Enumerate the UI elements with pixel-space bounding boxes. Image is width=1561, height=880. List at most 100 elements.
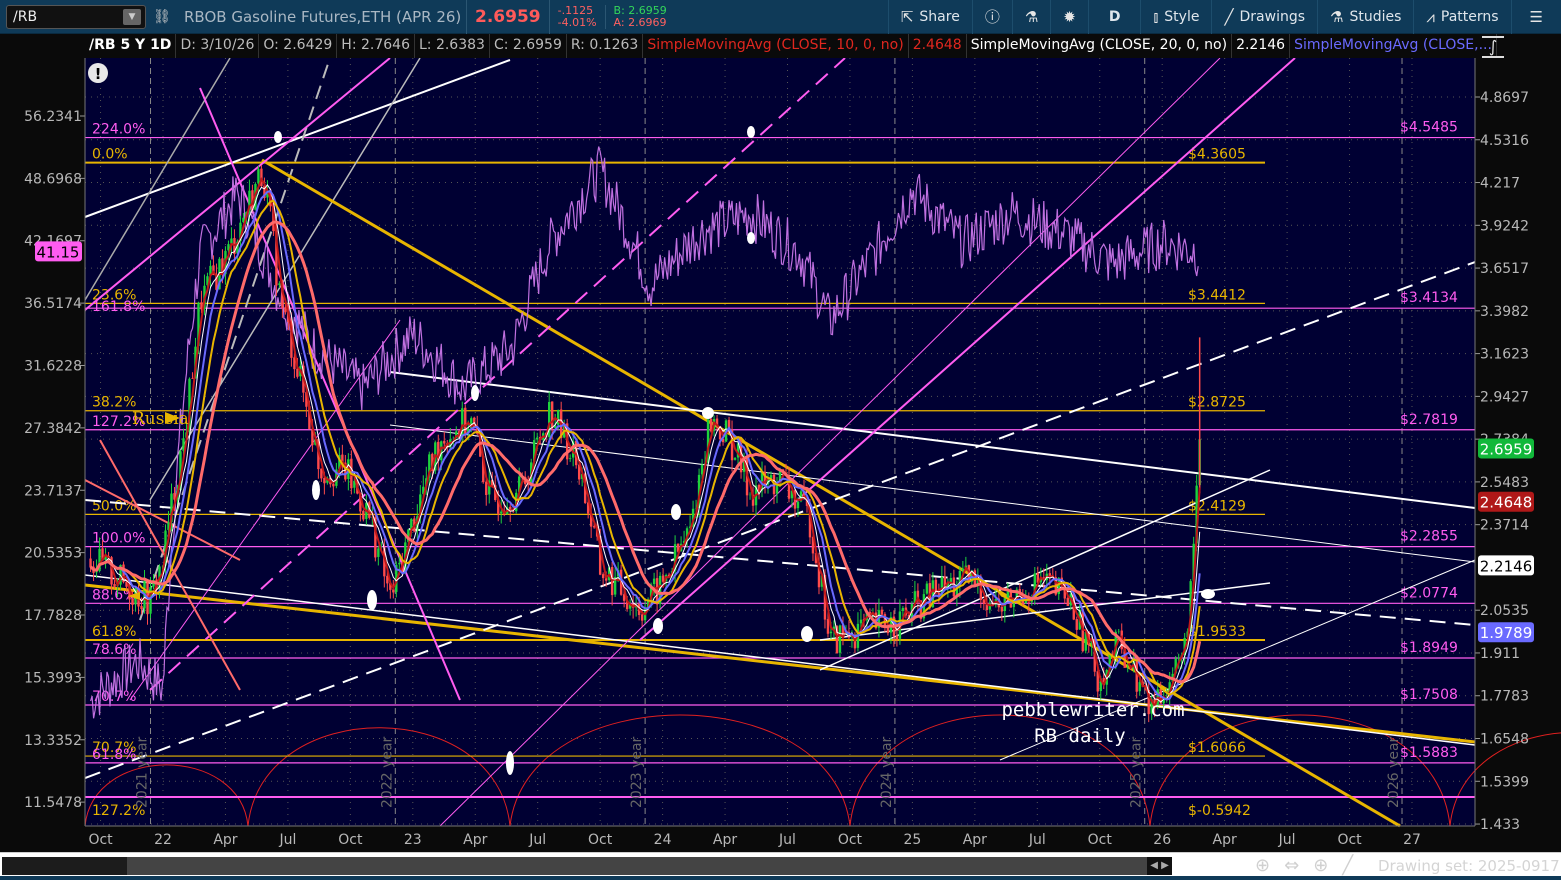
legend-sma20[interactable]: SimpleMovingAvg (CLOSE, 20, 0, no) bbox=[967, 34, 1233, 58]
legend-sma10[interactable]: SimpleMovingAvg (CLOSE, 10, 0, no) bbox=[643, 34, 909, 58]
patterns-icon: ⩘ bbox=[1426, 7, 1435, 26]
net-change: -.1125 -4.01% bbox=[550, 4, 606, 29]
plot-area[interactable] bbox=[85, 58, 1475, 826]
x-tick-label: Oct bbox=[338, 832, 363, 848]
left-axis-label: 48.6968 bbox=[24, 171, 82, 187]
pivot-marker[interactable] bbox=[653, 618, 663, 634]
legend-high: H: 2.7646 bbox=[337, 34, 415, 58]
pivot-marker[interactable] bbox=[702, 407, 714, 419]
pivot-marker[interactable] bbox=[274, 131, 282, 143]
fib-percent-label: 224.0% bbox=[92, 122, 145, 138]
left-axis-label: 56.2341 bbox=[24, 109, 82, 125]
x-tick-label: 22 bbox=[154, 832, 172, 848]
legend-low: L: 2.6383 bbox=[415, 34, 490, 58]
left-axis-label: 20.5353 bbox=[24, 546, 82, 562]
pivot-marker[interactable] bbox=[747, 126, 755, 138]
fib-price-label: $-0.5942 bbox=[1188, 803, 1251, 819]
year-marker-label: 2026 year bbox=[1386, 736, 1402, 808]
pivot-marker[interactable] bbox=[312, 480, 320, 500]
scroll-arrows-icon[interactable]: ◀ ▶ bbox=[1147, 857, 1172, 875]
fib-price-label: $3.4134 bbox=[1400, 290, 1458, 306]
last-price: 2.6959 bbox=[466, 0, 550, 34]
pivot-marker[interactable] bbox=[1201, 589, 1215, 599]
x-tick-label: Jul bbox=[1278, 832, 1296, 848]
zoom-icon[interactable]: ⊕ bbox=[1255, 855, 1270, 876]
right-axis-label: 2.0535 bbox=[1480, 603, 1529, 619]
crosshair-icon[interactable]: ⊕ bbox=[1313, 855, 1328, 876]
left-axis-label: 13.3352 bbox=[24, 733, 82, 749]
year-marker-label: 2025 year bbox=[1129, 736, 1145, 808]
left-axis-label: 31.6228 bbox=[24, 359, 82, 375]
flask-button[interactable]: ⚗ bbox=[1011, 0, 1050, 34]
fib-price-label: $2.2855 bbox=[1400, 529, 1458, 545]
pivot-marker[interactable] bbox=[671, 504, 681, 520]
info-icon: ⓘ bbox=[984, 8, 1000, 26]
legend-title: /RB 5 Y 1D bbox=[85, 34, 177, 58]
price-chart[interactable]: 0.0% $4.360523.6% $3.441238.2% $2.872550.0%… bbox=[0, 58, 1561, 852]
studies-button[interactable]: ⚗ Studies bbox=[1317, 0, 1413, 34]
legend-sma20-value: 2.2146 bbox=[1232, 34, 1291, 58]
x-tick-label: Apr bbox=[713, 832, 737, 848]
price-badge-value: 2.2146 bbox=[1480, 557, 1533, 575]
pivot-marker[interactable] bbox=[471, 385, 479, 401]
instrument-description: RBOB Gasoline Futures,ETH (APR 26) bbox=[184, 7, 462, 26]
legend-open: O: 2.6429 bbox=[259, 34, 338, 58]
symbol-selector[interactable]: /RB ▼ bbox=[6, 4, 146, 29]
right-axis-label: 4.5316 bbox=[1480, 133, 1529, 149]
x-tick-label: Apr bbox=[963, 832, 987, 848]
patterns-button[interactable]: ⩘ Patterns bbox=[1413, 0, 1510, 34]
x-tick-label: 24 bbox=[654, 832, 672, 848]
drawings-button[interactable]: ╱ Drawings bbox=[1211, 0, 1317, 34]
symbol-value: /RB bbox=[13, 8, 38, 25]
period-button[interactable]: D bbox=[1087, 0, 1141, 34]
fib-price-label: $2.8725 bbox=[1188, 395, 1246, 411]
legend-range: R: 0.1263 bbox=[567, 34, 644, 58]
x-tick-label: Apr bbox=[463, 832, 487, 848]
settings-button[interactable]: ✹ bbox=[1050, 0, 1088, 34]
studies-label: Studies bbox=[1349, 8, 1402, 25]
x-tick-label: 26 bbox=[1153, 832, 1171, 848]
share-icon: ⇱ bbox=[900, 7, 914, 26]
link-icon[interactable]: ⛓ bbox=[150, 9, 174, 25]
scale-toggle-icon[interactable]: ∫ bbox=[1482, 36, 1504, 58]
right-axis-label: 4.217 bbox=[1480, 176, 1520, 192]
pencil-line-icon: ╱ bbox=[1224, 7, 1234, 26]
x-tick-label: 27 bbox=[1403, 832, 1421, 848]
x-tick-label: Apr bbox=[213, 832, 237, 848]
top-toolbar: /RB ▼ ⛓ RBOB Gasoline Futures,ETH (APR 26… bbox=[0, 0, 1561, 34]
left-axis-label: 27.3842 bbox=[24, 421, 82, 437]
fib-price-label: $1.8949 bbox=[1400, 640, 1458, 656]
pivot-marker[interactable] bbox=[506, 751, 514, 775]
flask-icon: ⚗ bbox=[1024, 7, 1039, 26]
drawings-label: Drawings bbox=[1239, 8, 1306, 25]
list-menu-icon: ☰ bbox=[1529, 7, 1543, 26]
price-badge-value: 1.9789 bbox=[1480, 624, 1533, 642]
oscillator-badge-value: 41.15 bbox=[37, 243, 80, 261]
bid-ask: B: 2.6959 A: 2.6969 bbox=[606, 4, 675, 29]
price-badge-value: 2.6959 bbox=[1480, 440, 1533, 458]
right-axis-label: 4.8697 bbox=[1480, 90, 1529, 106]
legend-sma3[interactable]: SimpleMovingAvg (CLOSE,... bbox=[1290, 34, 1497, 58]
scrollbar-thumb[interactable] bbox=[2, 857, 127, 875]
year-marker-label: 2024 year bbox=[879, 736, 895, 808]
menu-button[interactable]: ☰ bbox=[1510, 0, 1561, 34]
left-axis-label: 36.5174 bbox=[24, 296, 82, 312]
horizontal-scrollbar[interactable]: ◀ ▶ bbox=[2, 857, 1172, 875]
pan-icon[interactable]: ⇔ bbox=[1284, 855, 1299, 876]
chart-legend: /RB 5 Y 1D D: 3/10/26 O: 2.6429 H: 2.764… bbox=[85, 34, 1497, 58]
right-axis-label: 2.3714 bbox=[1480, 518, 1529, 534]
info-button[interactable]: ⓘ bbox=[971, 0, 1012, 34]
x-tick-label: Oct bbox=[838, 832, 863, 848]
style-button[interactable]: ⫾ Style bbox=[1140, 0, 1211, 34]
drawing-set-label[interactable]: Drawing set: 2025-0917 bbox=[1378, 857, 1560, 875]
style-label: Style bbox=[1164, 8, 1200, 25]
pivot-marker[interactable] bbox=[367, 590, 377, 610]
year-marker-label: 2023 year bbox=[629, 736, 645, 808]
draw-line-icon[interactable]: ╱ bbox=[1342, 855, 1353, 876]
year-marker-label: 2021 year bbox=[135, 736, 151, 808]
fib-price-label: $1.5883 bbox=[1400, 745, 1458, 761]
pivot-marker[interactable] bbox=[801, 626, 813, 642]
share-button[interactable]: ⇱ Share bbox=[887, 0, 972, 34]
pivot-marker[interactable] bbox=[747, 232, 755, 244]
chevron-down-icon[interactable]: ▼ bbox=[123, 8, 141, 25]
